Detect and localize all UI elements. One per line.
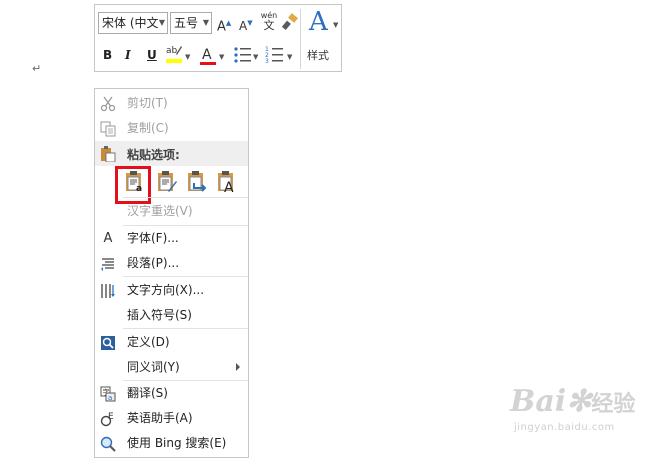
caret-down-icon: ▼ [247,19,253,27]
paragraph-icon [101,258,114,271]
paste-text-only-icon: A [218,171,234,196]
menu-item-cut[interactable]: 剪切(T) [95,91,248,116]
font-size-value: 五号 [174,16,199,30]
italic-button[interactable]: I [125,47,131,63]
menu-item-label: 插入符号(S) [127,308,192,322]
watermark-brand: Bai✻经验 [510,384,635,419]
chevron-down-icon[interactable]: ▼ [185,49,190,65]
copy-icon [100,121,116,137]
paste-merge-formatting-button[interactable] [155,169,179,195]
format-painter-button[interactable] [281,13,299,31]
baidu-jingyan-watermark: Bai✻经验 jingyan.baidu.com [510,378,660,448]
shrink-font-glyph: A [239,19,248,33]
underline-button[interactable]: U [147,47,157,63]
numbering-icon: 1 2 3 [265,46,283,65]
menu-item-copy[interactable]: 复制(C) [95,116,248,141]
menu-item-paragraph[interactable]: 段落(P)... [95,251,248,276]
chevron-down-icon[interactable]: ▼ [287,49,292,65]
context-menu: 剪切(T) 复制(C) 粘贴选项: a A 汉字重选(V) A 字体(F)...… [94,88,249,458]
bullets-icon [234,47,251,63]
search-icon [100,436,116,452]
numbering-button[interactable]: 1 2 3 [265,45,285,65]
svg-text:A: A [224,180,234,195]
bullets-button[interactable] [233,45,253,65]
chevron-down-icon: ▼ [158,18,165,27]
paw-icon: ✻ [566,384,592,419]
english-assistant-icon: E [100,412,114,427]
menu-item-label: 翻译(S) [127,386,168,400]
text-direction-icon [101,284,115,298]
watermark-url: jingyan.baidu.com [514,422,615,433]
bold-button[interactable]: B [103,47,112,63]
menu-divider [123,276,248,277]
menu-divider [123,197,248,198]
paste-text-only-button[interactable]: A [215,169,239,196]
svg-text:E: E [108,412,114,422]
watermark-brand-cn: 经验 [591,392,636,417]
chevron-down-icon[interactable]: ▼ [219,49,224,65]
menu-item-label: 定义(D) [127,335,170,349]
mini-toolbar: 宋体 (中文 ▼ 五号 ▼ A▲ A▼ wén 文 A ▼ 样式 B I U a… [94,4,342,72]
scissors-icon [100,96,116,112]
define-book-icon [101,336,115,350]
font-size-dropdown[interactable]: 五号 ▼ [170,12,212,34]
menu-item-translate[interactable]: 字 a 翻译(S) [95,381,248,406]
phonetic-char: 文 [263,19,275,32]
menu-item-label: 文字方向(X)... [127,283,205,297]
paragraph-mark: ↵ [32,62,42,75]
chevron-down-icon[interactable]: ▼ [253,49,258,65]
font-color-button[interactable]: A [199,45,217,67]
paste-picture-button[interactable] [185,169,209,195]
font-icon: A [103,231,113,246]
toolbar-divider [300,9,301,69]
paste-merge-formatting-icon [158,171,177,192]
chevron-down-icon: ▼ [202,18,209,27]
translate-icon: 字 a [100,386,116,402]
menu-item-label: 段落(P)... [127,256,180,270]
highlighter-icon: ab [166,46,182,63]
menu-item-synonyms[interactable]: 同义词(Y) [95,355,248,380]
grow-font-glyph: A [217,19,226,35]
svg-text:ab: ab [166,46,178,56]
menu-item-font[interactable]: A 字体(F)... [95,226,248,251]
highlight-button[interactable]: ab [165,42,183,66]
menu-item-label: 剪切(T) [127,96,168,110]
styles-icon: A [309,7,328,37]
paste-options-label: 粘贴选项: [127,148,180,162]
svg-text:3: 3 [265,58,269,65]
menu-item-english-assistant[interactable]: E 英语助手(A) [95,406,248,431]
grow-font-button[interactable]: A▲ [217,15,231,35]
menu-item-label: 复制(C) [127,121,169,135]
styles-button[interactable]: A ▼ 样式 [305,7,339,69]
svg-text:a: a [108,394,112,402]
menu-item-hanzi-reselect[interactable]: 汉字重选(V) [95,199,248,224]
menu-item-label: 同义词(Y) [127,360,180,374]
menu-divider [123,328,248,329]
font-name-value: 宋体 (中文 [102,16,159,30]
menu-item-bing-search[interactable]: 使用 Bing 搜索(E) [95,431,248,456]
shrink-font-button[interactable]: A▼ [239,15,253,34]
watermark-brand-latin: Bai [510,384,567,419]
styles-label: 样式 [307,49,329,62]
clipboard-icon [101,146,116,162]
menu-item-label: 英语助手(A) [127,411,193,425]
menu-item-text-direction[interactable]: 文字方向(X)... [95,278,248,303]
paste-options-header: 粘贴选项: [95,141,248,166]
font-name-dropdown[interactable]: 宋体 (中文 ▼ [98,12,168,34]
paste-picture-icon [188,171,207,192]
menu-item-label: 字体(F)... [127,231,179,245]
font-color-icon: A [200,47,216,65]
menu-item-label: 汉字重选(V) [127,204,193,218]
svg-text:A: A [202,47,212,63]
phonetic-guide-button[interactable]: wén 文 [259,11,279,32]
chevron-down-icon: ▼ [333,21,339,29]
format-painter-icon [281,13,298,30]
submenu-arrow-icon [236,363,240,371]
caret-up-icon: ▲ [225,19,232,27]
menu-item-label: 使用 Bing 搜索(E) [127,436,227,450]
menu-item-insert-symbol[interactable]: 插入符号(S) [95,303,248,328]
menu-item-define[interactable]: 定义(D) [95,330,248,355]
